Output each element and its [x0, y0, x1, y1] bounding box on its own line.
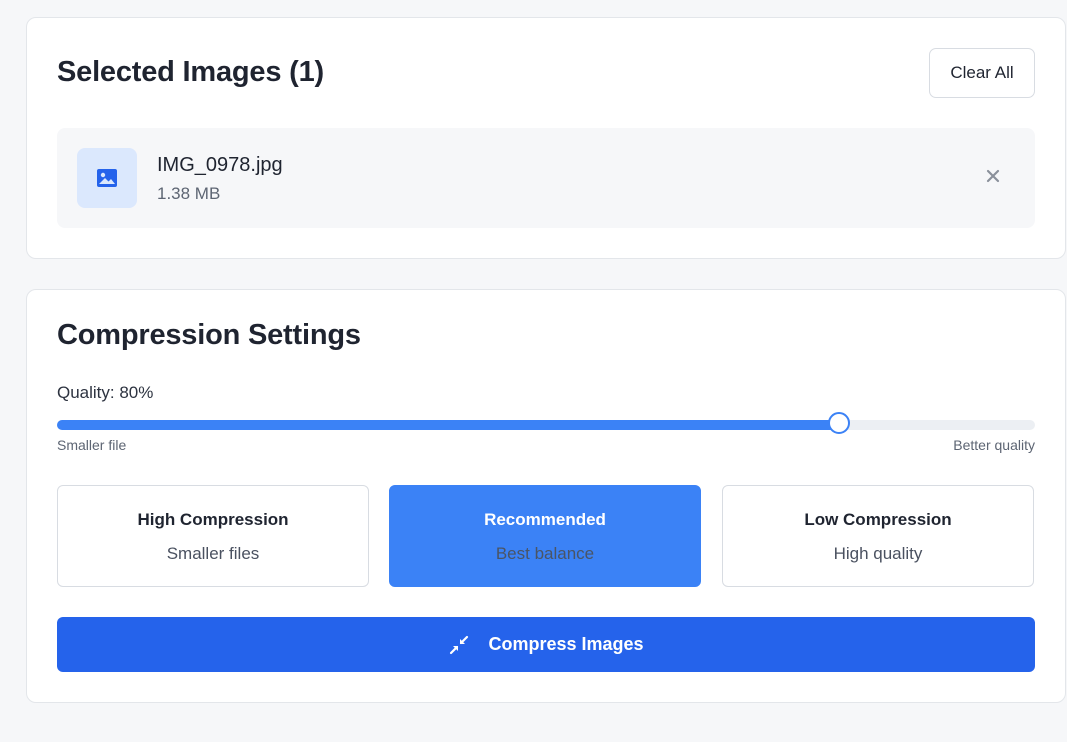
file-name: IMG_0978.jpg [157, 154, 283, 176]
slider-max-label: Better quality [953, 437, 1035, 453]
compress-icon [448, 634, 470, 656]
file-list-item: IMG_0978.jpg 1.38 MB [57, 128, 1035, 228]
compress-images-label: Compress Images [488, 634, 644, 654]
compression-settings-card: Compression Settings Quality: 80% Smalle… [26, 289, 1066, 703]
preset-low-compression[interactable]: Low Compression High quality [722, 485, 1034, 587]
preset-subtitle: Smaller files [166, 544, 260, 563]
quality-label: Quality: 80% [57, 383, 154, 402]
slider-min-label: Smaller file [57, 437, 127, 453]
selected-images-title: Selected Images (1) [57, 56, 324, 88]
preset-title: Recommended [484, 510, 606, 529]
file-size: 1.38 MB [157, 184, 221, 203]
preset-subtitle: Best balance [495, 544, 595, 563]
preset-title: High Compression [137, 510, 289, 529]
quality-slider-thumb[interactable] [828, 412, 851, 434]
selected-images-card: Selected Images (1) Clear All IMG_0978.j… [26, 17, 1066, 259]
compress-images-button[interactable]: Compress Images [57, 617, 1035, 672]
preset-recommended[interactable]: Recommended Best balance [389, 485, 701, 587]
quality-slider[interactable] [57, 412, 1035, 434]
close-icon[interactable] [983, 166, 1003, 186]
preset-subtitle: High quality [833, 544, 923, 563]
image-icon [77, 148, 137, 208]
compression-settings-title: Compression Settings [57, 319, 361, 351]
preset-title: Low Compression [804, 510, 952, 529]
preset-high-compression[interactable]: High Compression Smaller files [57, 485, 369, 587]
quality-slider-fill [57, 420, 840, 430]
clear-all-button[interactable]: Clear All [929, 48, 1035, 98]
